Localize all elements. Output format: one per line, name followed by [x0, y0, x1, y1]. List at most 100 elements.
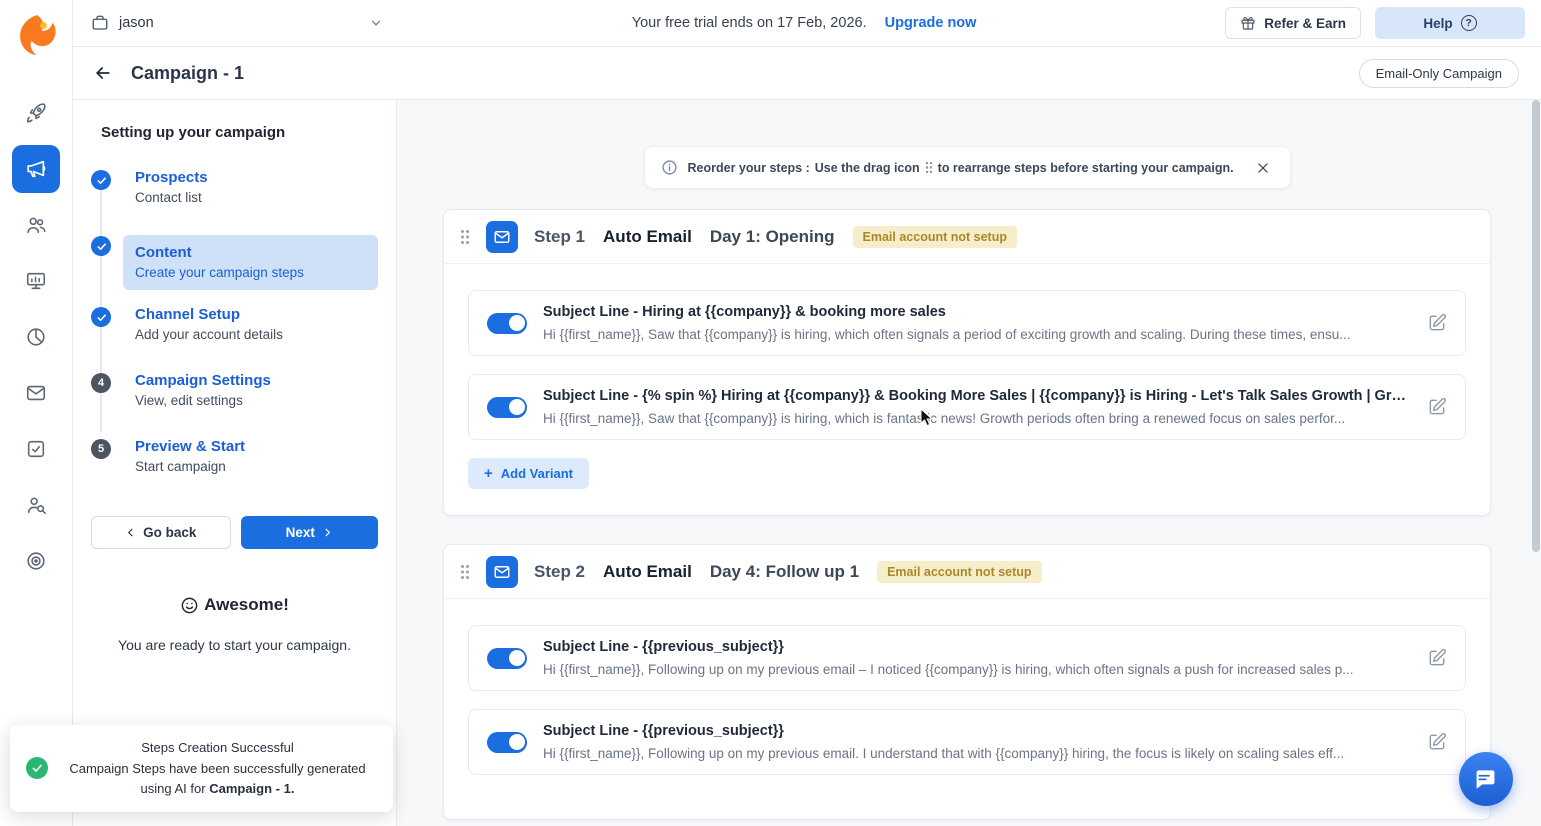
help-button[interactable]: Help ?: [1375, 7, 1525, 39]
setup-step-channel-setup[interactable]: Channel Setup Add your account details: [91, 306, 378, 342]
setup-panel-title: Setting up your campaign: [101, 124, 378, 141]
nav-focus-icon[interactable]: [12, 537, 60, 585]
app-window: jason Your free trial ends on 17 Feb, 20…: [0, 0, 1541, 826]
scrollbar-thumb[interactable]: [1532, 100, 1540, 552]
right-column: jason Your free trial ends on 17 Feb, 20…: [73, 0, 1541, 826]
chevron-left-icon: [125, 527, 136, 538]
go-back-label: Go back: [143, 525, 196, 540]
ready-message: You are ready to start your campaign.: [91, 637, 378, 653]
step-card-header: Step 1 Auto Email Day 1: Opening Email a…: [444, 210, 1490, 264]
reorder-info-banner: Reorder your steps : Use the drag icon t…: [645, 147, 1290, 188]
variant-preview: Hi {{first_name}}, Following up on my pr…: [543, 746, 1407, 761]
variant-toggle[interactable]: [487, 397, 527, 418]
trial-text: Your free trial ends on 17 Feb, 2026.: [632, 15, 867, 31]
drag-handle-icon[interactable]: [458, 227, 472, 247]
step-label[interactable]: Preview & Start: [135, 438, 378, 455]
next-button[interactable]: Next: [241, 516, 379, 549]
step-card-header: Step 2 Auto Email Day 4: Follow up 1 Ema…: [444, 545, 1490, 599]
edit-icon[interactable]: [1427, 648, 1447, 668]
setup-step-preview-start[interactable]: 5 Preview & Start Start campaign: [91, 438, 378, 474]
email-not-setup-badge: Email account not setup: [853, 226, 1017, 248]
upgrade-now-link[interactable]: Upgrade now: [885, 15, 977, 31]
edit-icon[interactable]: [1427, 313, 1447, 333]
plus-icon: +: [484, 466, 493, 481]
info-icon: [661, 159, 678, 176]
step-number-badge: 4: [91, 373, 111, 393]
back-arrow-icon[interactable]: [93, 63, 113, 83]
chevron-right-icon: [322, 527, 333, 538]
step-sublabel: Add your account details: [135, 327, 378, 342]
add-variant-button[interactable]: + Add Variant: [468, 458, 589, 489]
nav-launch-icon[interactable]: [12, 89, 60, 137]
variant-toggle[interactable]: [487, 313, 527, 334]
content-row: Setting up your campaign Prospects Conta…: [73, 100, 1541, 826]
step-sublabel: View, edit settings: [135, 393, 378, 408]
nav-campaigns-icon[interactable]: [12, 145, 60, 193]
nav-tasks-icon[interactable]: [12, 425, 60, 473]
chat-widget-button[interactable]: [1459, 752, 1513, 806]
close-icon[interactable]: [1256, 161, 1270, 175]
edit-icon[interactable]: [1427, 397, 1447, 417]
go-back-button[interactable]: Go back: [91, 516, 231, 549]
ready-heading: Awesome!: [91, 595, 378, 615]
setup-step-content[interactable]: Content Create your campaign steps: [91, 235, 378, 290]
variant-subject: Subject Line - Hiring at {{company}} & b…: [543, 304, 1407, 320]
variant-preview: Hi {{first_name}}, Saw that {{company}} …: [543, 411, 1407, 426]
briefcase-icon: [91, 14, 109, 32]
variant-row[interactable]: Subject Line - {{previous_subject}} Hi {…: [468, 709, 1466, 775]
next-label: Next: [286, 525, 315, 540]
step-label[interactable]: Prospects: [135, 169, 378, 186]
step-day-label: Day 1: Opening: [710, 227, 835, 247]
setup-step-campaign-settings[interactable]: 4 Campaign Settings View, edit settings: [91, 372, 378, 408]
auto-email-icon: [486, 556, 518, 588]
workspace-name: jason: [119, 15, 154, 31]
drag-handle-icon[interactable]: [458, 562, 472, 582]
toast-message: Campaign Steps have been successfully ge…: [58, 759, 377, 799]
banner-lead: Reorder your steps :: [688, 161, 810, 175]
step-label[interactable]: Channel Setup: [135, 306, 378, 323]
variant-row[interactable]: Subject Line - Hiring at {{company}} & b…: [468, 290, 1466, 356]
step-label[interactable]: Content: [135, 244, 366, 261]
nav-analytics-icon[interactable]: [12, 313, 60, 361]
auto-email-icon: [486, 221, 518, 253]
variant-subject: Subject Line - {{previous_subject}}: [543, 723, 1407, 739]
reorder-banner-text: Reorder your steps : Use the drag icon t…: [688, 161, 1234, 175]
step-channel-label: Auto Email: [603, 227, 692, 247]
rail-nav: [12, 89, 60, 585]
step-card-2: Step 2 Auto Email Day 4: Follow up 1 Ema…: [443, 544, 1491, 820]
edit-icon[interactable]: [1427, 732, 1447, 752]
step-number-label: Step 2: [534, 562, 585, 582]
nav-inbox-icon[interactable]: [12, 369, 60, 417]
trial-banner: Your free trial ends on 17 Feb, 2026. Up…: [383, 15, 1225, 31]
variant-subject: Subject Line - {{previous_subject}}: [543, 639, 1407, 655]
step-card-body: Subject Line - {{previous_subject}} Hi {…: [444, 599, 1490, 819]
variant-toggle[interactable]: [487, 732, 527, 753]
variant-preview: Hi {{first_name}}, Following up on my pr…: [543, 662, 1407, 677]
drag-handle-icon: [925, 161, 933, 174]
main-content: Reorder your steps : Use the drag icon t…: [397, 100, 1541, 826]
page-title: Campaign - 1: [131, 63, 244, 84]
refer-earn-button[interactable]: Refer & Earn: [1225, 7, 1361, 39]
setup-steps-list: Prospects Contact list Content Create yo…: [91, 169, 378, 474]
setup-step-prospects[interactable]: Prospects Contact list: [91, 169, 378, 205]
nav-reports-icon[interactable]: [12, 257, 60, 305]
step-complete-icon: [91, 236, 111, 256]
variant-row[interactable]: Subject Line - {{previous_subject}} Hi {…: [468, 625, 1466, 691]
variant-row[interactable]: Subject Line - {% spin %} Hiring at {{co…: [468, 374, 1466, 440]
campaign-setup-panel: Setting up your campaign Prospects Conta…: [73, 100, 397, 826]
refer-earn-label: Refer & Earn: [1264, 16, 1346, 31]
step-complete-icon: [91, 170, 111, 190]
workspace-selector[interactable]: jason: [91, 14, 383, 32]
panel-buttons: Go back Next: [91, 516, 378, 549]
variant-toggle[interactable]: [487, 648, 527, 669]
success-check-icon: [26, 757, 48, 779]
success-toast: Steps Creation Successful Campaign Steps…: [10, 725, 393, 812]
step-label[interactable]: Campaign Settings: [135, 372, 378, 389]
step-sublabel: Start campaign: [135, 459, 378, 474]
nav-prospects-icon[interactable]: [12, 201, 60, 249]
banner-before-icon: Use the drag icon: [815, 161, 920, 175]
nav-prospect-finder-icon[interactable]: [12, 481, 60, 529]
add-variant-label: Add Variant: [501, 466, 573, 481]
gift-icon: [1240, 15, 1256, 31]
toast-campaign-name: Campaign - 1.: [209, 781, 294, 796]
